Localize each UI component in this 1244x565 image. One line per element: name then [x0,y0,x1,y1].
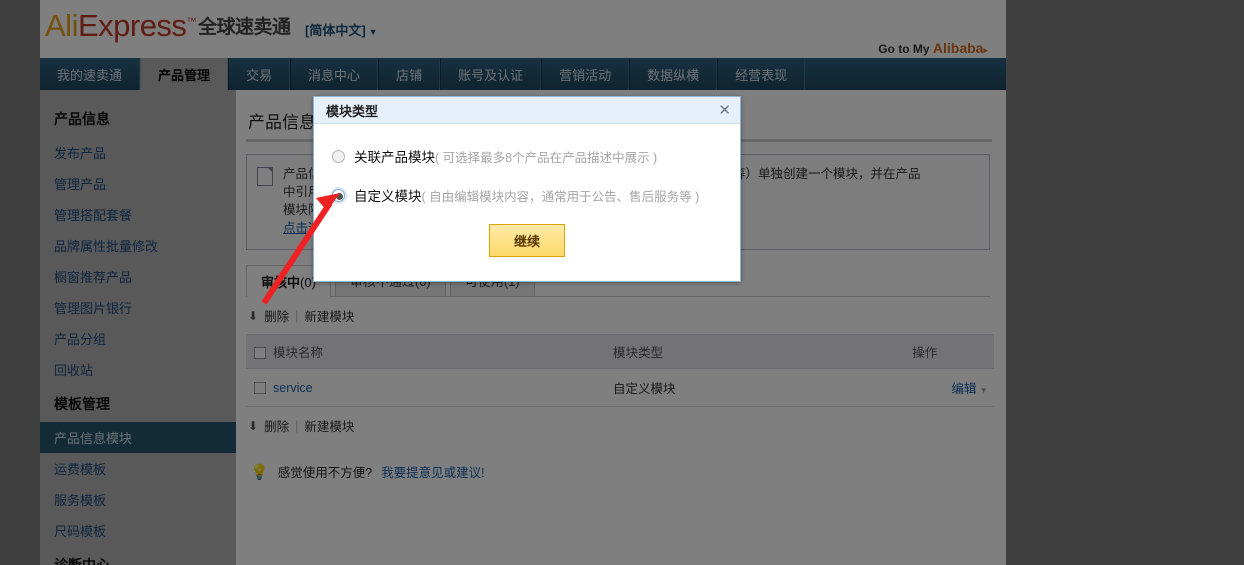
option-custom-hint: ( 自由编辑模块内容，通常用于公告、售后服务等 ) [421,189,700,204]
nav-tab-marketing[interactable]: 营销活动 [541,58,630,90]
logo-ali-text: Ali [45,8,78,43]
aliexpress-logo[interactable]: AliExpress™ 全球速卖通 [45,8,291,44]
sidebar-group-product-info: 产品信息 [54,111,110,127]
option-related-hint: ( 可选择最多8个产品在产品描述中展示 ) [435,150,658,165]
nav-tab-performance[interactable]: 经营表现 [717,58,806,90]
page-root: AliExpress™ 全球速卖通 [简体中文] ▼ Go to My Alibab… [40,0,1006,565]
feedback-text: 感觉使用不方便? [277,466,373,480]
sidebar-group-diagnostic-center: 诊断中心 [54,557,110,565]
dialog-title: 模块类型 [326,103,379,119]
cell-module-name: service [246,368,606,407]
module-type-dialog: 模块类型 ✕ 关联产品模块 ( 可选择最多8个产品在产品描述中展示 ) 自定义模… [313,96,741,282]
option-related-label: 关联产品模块 [354,150,435,165]
select-all-checkbox[interactable] [254,347,266,359]
sidebar-item-manage-products[interactable]: 管理产品 [40,168,236,199]
nav-filler [805,58,1006,90]
document-icon [257,167,273,186]
main-navigation: 我的速卖通 产品管理 交易 消息中心 店铺 账号及认证 营销活动 数据纵横 经营… [40,58,1006,90]
sidebar-item-shipping-template[interactable]: 运费模板 [40,453,236,484]
module-name-link[interactable]: service [273,381,313,395]
option-custom-module[interactable]: 自定义模块 ( 自由编辑模块内容，通常用于公告、售后服务等 ) [332,185,722,205]
delete-button-bottom[interactable]: 删除 [264,416,289,435]
nav-tab-my-aliexpress[interactable]: 我的速卖通 [40,58,141,90]
down-arrow-icon: ⬇ [248,308,259,323]
sidebar-item-size-template[interactable]: 尺码模板 [40,515,236,546]
toolbar-separator-top: | [295,308,299,323]
table-toolbar-bottom: ⬇ 删除 | 新建模块 [244,407,992,444]
sidebar: 产品信息 发布产品 管理产品 管理搭配套餐 品牌属性批量修改 橱窗推荐产品 管理… [40,90,236,565]
sidebar-item-manage-bundles[interactable]: 管理搭配套餐 [40,199,236,230]
column-header-module-name-label: 模块名称 [273,346,324,360]
table-toolbar-top: ⬇ 删除 | 新建模块 [244,297,992,334]
table-row: service 自定义模块 编辑 ▾ [246,368,994,407]
nav-tab-product-management[interactable]: 产品管理 [140,58,229,90]
continue-button[interactable]: 继续 [488,224,565,257]
site-header: AliExpress™ 全球速卖通 [简体中文] ▼ Go to My Alibab… [40,0,1006,58]
nav-tab-store[interactable]: 店铺 [378,58,441,90]
chevron-right-icon: ▸ [983,45,988,55]
logo-express-text: Express [77,8,187,43]
sidebar-item-recycle-bin[interactable]: 回收站 [40,354,236,385]
lightbulb-icon: 💡 [250,463,269,481]
column-header-module-type: 模块类型 [605,334,905,369]
language-label: [简体中文] [305,23,366,38]
radio-custom-module[interactable] [332,188,345,202]
row-checkbox[interactable] [254,381,266,394]
feedback-link[interactable]: 我要提意见或建议! [381,462,484,481]
dialog-body: 关联产品模块 ( 可选择最多8个产品在产品描述中展示 ) 自定义模块 ( 自由编… [314,124,740,281]
modules-table: 模块名称 模块类型 操作 service 自定义模块 编辑 ▾ [246,334,994,407]
create-module-button-bottom[interactable]: 新建模块 [304,416,354,435]
sidebar-item-image-bank[interactable]: 管理图片银行 [40,292,236,323]
dialog-footer: 继续 [332,224,722,265]
sidebar-group-template-management: 模板管理 [54,396,110,412]
feedback-bar: 💡 感觉使用不方便? 我要提意见或建议! [244,444,992,481]
edit-link[interactable]: 编辑 [951,382,976,396]
sidebar-item-showcase-products[interactable]: 橱窗推荐产品 [40,261,236,292]
cell-module-type: 自定义模块 [605,368,905,407]
toolbar-separator-bottom: | [295,418,299,433]
logo-chinese-text: 全球速卖通 [197,17,291,38]
dialog-header: 模块类型 ✕ [314,97,740,124]
sidebar-item-product-groups[interactable]: 产品分组 [40,323,236,354]
chevron-down-icon[interactable]: ▾ [981,385,986,395]
column-header-module-name: 模块名称 [246,334,606,369]
sidebar-item-publish-product[interactable]: 发布产品 [40,137,236,168]
sidebar-item-brand-attr-bulk-edit[interactable]: 品牌属性批量修改 [40,230,236,261]
create-module-button-top[interactable]: 新建模块 [304,306,354,325]
option-related-product-module[interactable]: 关联产品模块 ( 可选择最多8个产品在产品描述中展示 ) [332,146,722,166]
cell-operations: 编辑 ▾ [904,368,994,407]
alibaba-brand-text: Alibaba [932,40,984,56]
go-to-my-prefix: Go to My [878,42,933,56]
down-arrow-icon-bottom: ⬇ [248,418,259,433]
chevron-down-icon: ▼ [368,27,378,37]
radio-related-product-module[interactable] [332,149,345,163]
nav-tab-message-center[interactable]: 消息中心 [290,58,379,90]
go-to-my-alibaba-link[interactable]: Go to My Alibaba▸ [878,40,988,56]
sidebar-item-product-info-module[interactable]: 产品信息模块 [40,422,236,453]
delete-button-top[interactable]: 删除 [264,306,289,325]
nav-tab-data-analytics[interactable]: 数据纵横 [629,58,718,90]
column-header-operations: 操作 [904,334,994,369]
tab-under-review-label: 审核中 [261,275,301,290]
logo-trademark-icon: ™ [186,16,196,28]
sidebar-item-service-template[interactable]: 服务模板 [40,484,236,515]
option-custom-label: 自定义模块 [354,189,422,204]
close-icon[interactable]: ✕ [718,103,731,118]
nav-tab-trade[interactable]: 交易 [228,58,291,90]
language-selector[interactable]: [简体中文] ▼ [305,20,378,39]
table-header-row: 模块名称 模块类型 操作 [246,334,994,369]
nav-tab-account-certification[interactable]: 账号及认证 [440,58,542,90]
